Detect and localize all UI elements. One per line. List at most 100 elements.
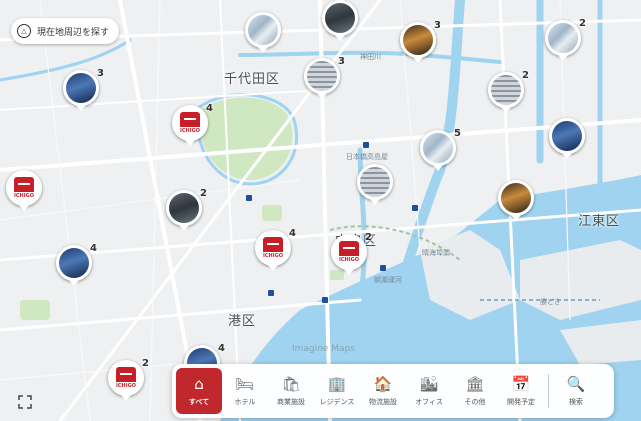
category-calendar-button[interactable]: 📅 開発予定	[498, 368, 544, 414]
category-toolbar: ⌂ すべて 🛏 ホテル 🛍 商業施設 🏢 レジデンス 🏠 物流施設 🏙 オフィス 🏛 その他 📅 開発予定 🔍…	[172, 364, 614, 418]
category-residence-button[interactable]: 🏢 レジデンス	[314, 368, 360, 414]
ichigo-property-pin[interactable]: ICHIGO	[331, 234, 367, 270]
ward-label-koto: 江東区	[578, 214, 621, 229]
building-photo	[552, 121, 582, 151]
pin-tail	[370, 199, 380, 205]
property-pin[interactable]	[488, 72, 524, 108]
category-label: 物流施設	[369, 398, 397, 406]
pin-count-badge: 2	[142, 358, 149, 369]
pin-count-badge: 4	[218, 343, 225, 354]
category-label: 商業施設	[277, 398, 305, 406]
locate-nearby-button[interactable]: △ 現在地周辺を探す	[11, 18, 120, 44]
category-label: その他	[464, 398, 486, 406]
property-pin[interactable]	[56, 245, 92, 281]
category-other-button[interactable]: 🏛 その他	[452, 368, 498, 414]
pin-tail	[558, 55, 568, 61]
pin-count-badge: 2	[579, 18, 586, 29]
place-label: 神田川	[360, 53, 381, 61]
place-label: 日本橋高島屋	[346, 153, 388, 161]
pin-count-badge: 4	[90, 243, 97, 254]
ichigo-property-pin[interactable]: ICHIGO	[108, 360, 144, 396]
building-photo	[491, 75, 521, 105]
category-shopping-bag-button[interactable]: 🛍 商業施設	[268, 368, 314, 414]
pin-tail	[344, 269, 354, 275]
pin-tail	[433, 165, 443, 171]
category-warehouse-button[interactable]: 🏠 物流施設	[360, 368, 406, 414]
place-label: 朝潮運河	[374, 276, 402, 284]
ichigo-property-pin[interactable]: ICHIGO	[6, 170, 42, 206]
other-icon: 🏛	[465, 375, 485, 393]
property-pin[interactable]	[63, 70, 99, 106]
ichigo-logo-text: ICHIGO	[339, 257, 359, 263]
property-pin[interactable]	[420, 130, 456, 166]
building-photo	[307, 61, 337, 91]
pin-tail	[19, 205, 29, 211]
building-photo	[66, 73, 96, 103]
category-bed-button[interactable]: 🛏 ホテル	[222, 368, 268, 414]
pin-tail	[185, 140, 195, 146]
property-pin[interactable]	[304, 58, 340, 94]
ichigo-logo-icon	[263, 237, 283, 252]
pin-tail	[121, 395, 131, 401]
navigate-triangle-icon: △	[17, 24, 31, 38]
map-watermark: Imagine Maps	[292, 344, 355, 354]
building-photo	[548, 23, 578, 53]
building-photo	[325, 3, 355, 33]
warehouse-icon: 🏠	[373, 375, 393, 393]
office-icon: 🏙	[419, 375, 439, 393]
fullscreen-icon[interactable]	[18, 395, 32, 409]
category-label: レジデンス	[319, 398, 355, 406]
property-pin[interactable]	[357, 164, 393, 200]
ichigo-logo-text: ICHIGO	[116, 383, 136, 389]
building-photo	[169, 193, 199, 223]
building-photo	[59, 248, 89, 278]
property-pin[interactable]	[498, 180, 534, 216]
building-photo	[501, 183, 531, 213]
pin-count-badge: 2	[365, 232, 372, 243]
search-icon: 🔍	[566, 375, 586, 393]
property-pin[interactable]	[549, 118, 585, 154]
search-button[interactable]: 🔍 検索	[553, 368, 599, 414]
building-photo	[360, 167, 390, 197]
property-pin[interactable]	[400, 22, 436, 58]
ichigo-property-pin[interactable]: ICHIGO	[172, 105, 208, 141]
home-icon: ⌂	[194, 375, 204, 393]
category-office-button[interactable]: 🏙 オフィス	[406, 368, 452, 414]
category-label: オフィス	[415, 398, 443, 406]
ichigo-logo-text: ICHIGO	[14, 193, 34, 199]
ichigo-property-pin[interactable]: ICHIGO	[255, 230, 291, 266]
building-photo	[403, 25, 433, 55]
ichigo-logo-icon	[339, 241, 359, 256]
pin-count-badge: 2	[200, 188, 207, 199]
locate-nearby-label: 現在地周辺を探す	[37, 27, 110, 38]
ichigo-logo-icon	[180, 112, 200, 127]
search-label: 検索	[569, 398, 583, 406]
property-pin[interactable]	[245, 12, 281, 48]
pin-count-badge: 2	[522, 70, 529, 81]
category-home-button[interactable]: ⌂ すべて	[176, 368, 222, 414]
category-label: ホテル	[234, 398, 256, 406]
pin-count-badge: 4	[206, 103, 213, 114]
ichigo-logo-icon	[14, 177, 34, 192]
pin-count-badge: 3	[338, 56, 345, 67]
property-pin[interactable]	[545, 20, 581, 56]
pin-count-badge: 4	[289, 228, 296, 239]
bed-icon: 🛏	[235, 375, 255, 393]
building-photo	[423, 133, 453, 163]
building-photo	[248, 15, 278, 45]
pin-tail	[76, 105, 86, 111]
pin-tail	[317, 93, 327, 99]
pin-tail	[562, 153, 572, 159]
ward-label-minato: 港区	[228, 314, 257, 329]
ichigo-logo-text: ICHIGO	[263, 253, 283, 259]
place-label: 晴海埠頭	[422, 249, 450, 257]
pin-tail	[258, 47, 268, 53]
property-pin[interactable]	[166, 190, 202, 226]
pin-tail	[179, 225, 189, 231]
pin-tail	[268, 265, 278, 271]
property-pin[interactable]	[322, 0, 358, 36]
pin-tail	[511, 215, 521, 221]
category-label: 開発予定	[507, 398, 535, 406]
shopping-bag-icon: 🛍	[281, 375, 301, 393]
pin-tail	[335, 35, 345, 41]
